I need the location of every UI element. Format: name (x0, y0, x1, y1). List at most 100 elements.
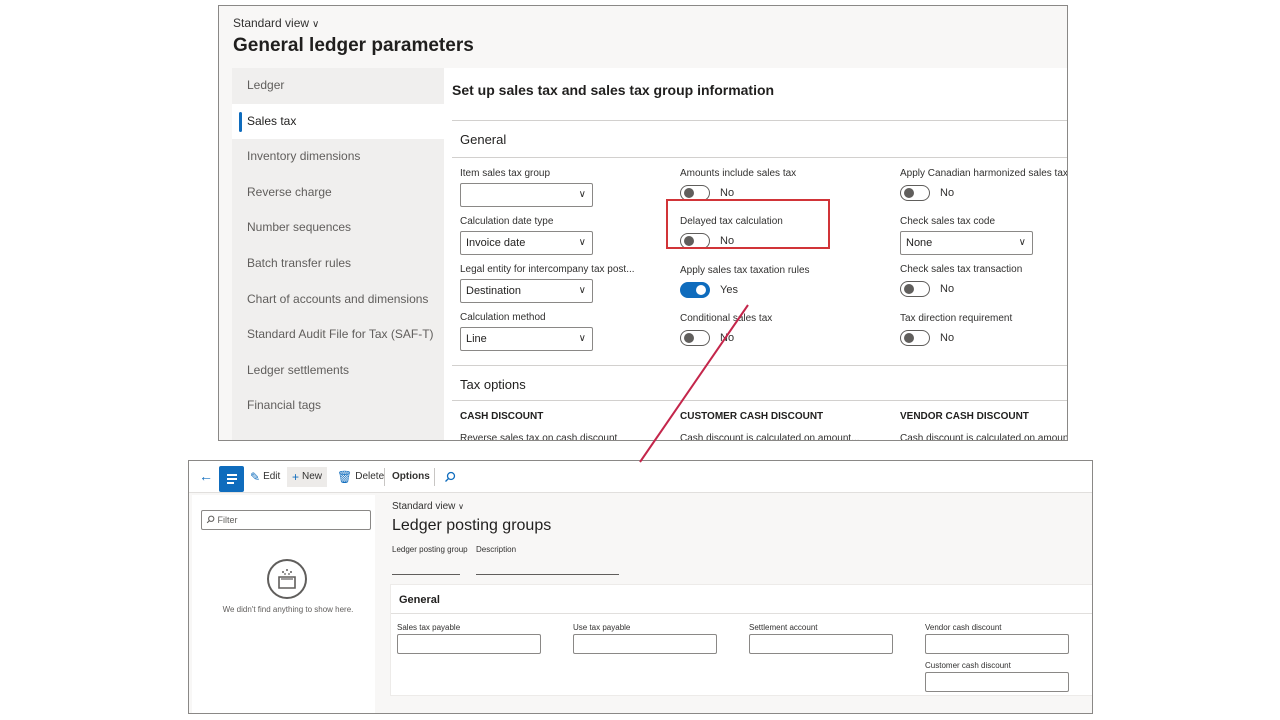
use-tax-payable-input[interactable] (573, 634, 717, 654)
nav-item-reverse-charge[interactable]: Reverse charge (232, 175, 444, 211)
filter-placeholder: Filter (217, 515, 238, 525)
search-icon (445, 471, 456, 482)
field-label: Customer cash discount (925, 661, 1011, 670)
item-sales-tax-group-select[interactable]: ∨ (460, 183, 593, 207)
action-toolbar: ← ✎ Edit + New 🗑 Delete Options (189, 461, 1092, 493)
legal-entity-select[interactable]: Destination ∨ (460, 279, 593, 303)
chevron-down-icon: ∨ (578, 285, 586, 296)
check-transaction-toggle[interactable] (900, 281, 930, 297)
field-label: Amounts include sales tax (680, 168, 797, 179)
page-title: Ledger posting groups (392, 517, 552, 534)
select-value: Invoice date (466, 237, 526, 249)
edit-button[interactable]: ✎ Edit (250, 467, 280, 487)
toolbar-divider (434, 468, 435, 486)
options-button[interactable]: Options (392, 467, 430, 487)
standard-view-selector[interactable]: Standard view ∨ (233, 16, 319, 30)
tax-direction-requirement-field: Tax direction requirement No (900, 312, 1012, 346)
nav-item-batch-transfer-rules[interactable]: Batch transfer rules (232, 246, 444, 282)
field-label: Legal entity for intercompany tax post..… (460, 264, 635, 275)
sales-tax-payable-input[interactable] (397, 634, 541, 654)
field-label: Apply sales tax taxation rules (680, 265, 810, 276)
field-label: Check sales tax transaction (900, 264, 1023, 275)
calculation-date-type-select[interactable]: Invoice date ∨ (460, 231, 593, 255)
description-input[interactable] (476, 574, 619, 575)
vendor-cash-discount-input[interactable] (925, 634, 1069, 654)
trash-icon: 🗑 (337, 470, 353, 484)
toggle-state: Yes (720, 284, 738, 296)
delete-button[interactable]: 🗑 Delete (337, 467, 384, 487)
general-fasttab: General Sales tax payable Use tax payabl… (390, 584, 1092, 696)
cash-discount-heading: CASH DISCOUNT (460, 411, 544, 422)
field-label: Calculation date type (460, 216, 554, 227)
new-button[interactable]: + New (287, 467, 328, 487)
settlement-account-input[interactable] (749, 634, 893, 654)
nav-item-number-sequences[interactable]: Number sequences (232, 210, 444, 246)
standard-view-selector[interactable]: Standard view ∨ (392, 501, 464, 512)
ledger-posting-groups-window: ← ✎ Edit + New 🗑 Delete Options Filter W… (188, 460, 1093, 714)
column-ledger-posting-group: Ledger posting group (392, 545, 468, 554)
divider (452, 120, 1067, 121)
nav-item-inventory-dimensions[interactable]: Inventory dimensions (232, 139, 444, 175)
toggle-knob (904, 284, 914, 294)
toolbar-divider (384, 468, 385, 486)
calculation-method-select[interactable]: Line ∨ (460, 327, 593, 351)
reverse-sales-tax-label: Reverse sales tax on cash discount (460, 433, 618, 441)
nav-item-chart-of-accounts[interactable]: Chart of accounts and dimensions (232, 282, 444, 318)
nav-item-saf-t[interactable]: Standard Audit File for Tax (SAF-T) (232, 317, 444, 353)
nav-item-ledger-settlements[interactable]: Ledger settlements (232, 353, 444, 389)
field-label: Item sales tax group (460, 168, 551, 179)
highlight-box (666, 199, 830, 249)
toggle-knob (696, 285, 706, 295)
chevron-down-icon: ∨ (312, 19, 320, 30)
search-button[interactable] (444, 467, 456, 487)
tax-direction-toggle[interactable] (900, 330, 930, 346)
canadian-hst-toggle[interactable] (900, 185, 930, 201)
toggle-knob (684, 333, 694, 343)
section-title-general: General (399, 594, 440, 606)
field-label: Tax direction requirement (900, 313, 1013, 324)
sales-tax-panel: Set up sales tax and sales tax group inf… (444, 68, 1068, 441)
toggle-state: No (940, 187, 955, 199)
toggle-state: No (940, 283, 955, 295)
toggle-knob (684, 188, 694, 198)
menu-line (227, 482, 234, 484)
nav-item-sales-tax[interactable]: Sales tax (232, 103, 444, 140)
check-sales-tax-code-select[interactable]: None ∨ (900, 231, 1033, 255)
menu-line (227, 474, 237, 476)
amounts-include-sales-tax-field: Amounts include sales tax No (680, 167, 796, 201)
conditional-sales-tax-toggle[interactable] (680, 330, 710, 346)
divider (452, 157, 1067, 158)
legal-entity-field: Legal entity for intercompany tax post..… (460, 263, 635, 303)
select-value: None (906, 237, 933, 249)
chevron-down-icon: ∨ (578, 333, 586, 344)
customer-cash-discount-label: Cash discount is calculated on amount... (680, 433, 860, 441)
field-label: Check sales tax code (900, 216, 996, 227)
vendor-cash-discount-label: Cash discount is calculated on amount (900, 433, 1068, 441)
delete-label: Delete (355, 471, 385, 482)
empty-state-text: We didn't find anything to show here. (222, 605, 354, 614)
item-sales-tax-group-field: Item sales tax group ∨ (460, 167, 593, 207)
ledger-posting-group-input[interactable] (392, 574, 460, 575)
customer-cash-discount-field: Customer cash discount (925, 660, 1069, 692)
calculation-date-type-field: Calculation date type Invoice date ∨ (460, 215, 593, 255)
apply-taxation-rules-toggle[interactable] (680, 282, 710, 298)
back-arrow-icon[interactable]: ← (199, 468, 213, 484)
nav-item-ledger[interactable]: Ledger (232, 68, 444, 104)
sales-tax-payable-field: Sales tax payable (397, 622, 541, 654)
apply-canadian-hst-field: Apply Canadian harmonized sales tax No (900, 167, 1067, 201)
field-label: Calculation method (460, 312, 546, 323)
chevron-down-icon: ∨ (578, 237, 586, 248)
detail-pane: Standard view ∨ Ledger posting groups Le… (379, 495, 1092, 713)
customer-cash-discount-input[interactable] (925, 672, 1069, 692)
divider (391, 613, 1092, 614)
nav-item-financial-tags[interactable]: Financial tags (232, 388, 444, 424)
toggle-knob (904, 188, 914, 198)
chevron-down-icon: ∨ (1018, 237, 1026, 248)
check-sales-tax-transaction-field: Check sales tax transaction No (900, 263, 1022, 297)
settlement-account-field: Settlement account (749, 622, 893, 654)
menu-line (227, 478, 237, 480)
filter-input[interactable]: Filter (201, 510, 371, 530)
search-icon (206, 515, 215, 524)
field-label: Vendor cash discount (925, 623, 1002, 632)
list-menu-button[interactable] (219, 466, 244, 492)
